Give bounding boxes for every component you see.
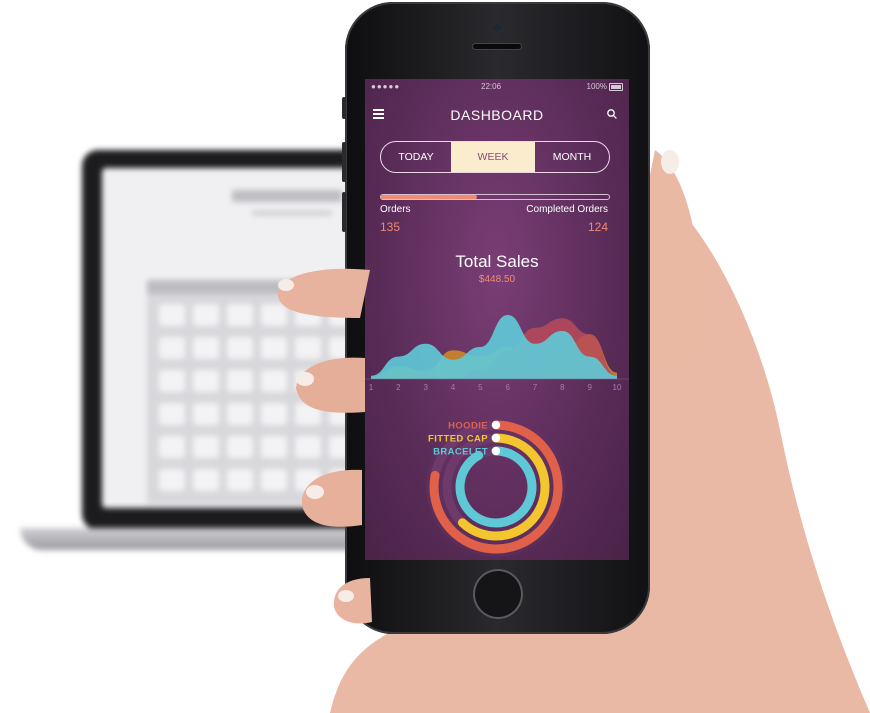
completed-orders-value: 124: [587, 220, 608, 234]
laptop-key: [193, 469, 219, 491]
front-camera: [494, 24, 501, 31]
mute-switch: [342, 97, 346, 119]
laptop-key: [227, 403, 253, 425]
sales-area-chart: 1 2 3 4 5 6 7 8 9 10: [365, 315, 629, 392]
laptop-key: [295, 469, 321, 491]
orders-label: Orders: [380, 204, 411, 215]
phone: ●●●●● 22:06 100% DASHBOARD TODAY WEEK MO…: [342, 2, 650, 634]
laptop-key: [227, 370, 253, 392]
tab-week[interactable]: WEEK: [451, 142, 535, 172]
total-sales-value: $448.50: [478, 274, 516, 285]
laptop-key: [261, 370, 287, 392]
thumb: [645, 150, 701, 374]
laptop-key: [159, 436, 185, 458]
x-tick-label: 9: [587, 383, 592, 392]
x-tick-label: 7: [533, 383, 538, 392]
orders-progress-bar: [380, 194, 610, 200]
laptop-key: [295, 337, 321, 359]
laptop-key: [295, 370, 321, 392]
x-tick-label: 4: [451, 383, 456, 392]
product-radial-chart: HOODIE FITTED CAP BRACELET: [426, 417, 566, 557]
tab-month[interactable]: MONTH: [535, 142, 609, 172]
signal-indicator: ●●●●●: [371, 82, 401, 91]
laptop-screen-subtitle: [252, 210, 332, 216]
total-sales-title: Total Sales: [455, 252, 539, 271]
laptop-screen-title: [232, 190, 342, 202]
x-tick-label: 10: [613, 383, 622, 392]
home-button[interactable]: [473, 569, 523, 619]
x-tick-label: 3: [423, 383, 428, 392]
laptop-key: [227, 469, 253, 491]
laptop-key: [193, 337, 219, 359]
earpiece-speaker: [473, 44, 521, 49]
laptop-key: [193, 436, 219, 458]
orders-progress-fill: [381, 195, 477, 199]
x-tick-label: 1: [369, 383, 374, 392]
status-bar: ●●●●● 22:06 100%: [365, 79, 629, 93]
laptop-key: [159, 304, 185, 326]
app-screen: ●●●●● 22:06 100% DASHBOARD TODAY WEEK MO…: [365, 79, 629, 560]
laptop-key: [159, 337, 185, 359]
ring-start-dot: [491, 446, 501, 456]
laptop-key: [261, 304, 287, 326]
period-tabs: TODAY WEEK MONTH: [380, 141, 610, 173]
laptop-key: [227, 304, 253, 326]
tab-today[interactable]: TODAY: [381, 142, 451, 172]
orders-value: 135: [380, 220, 401, 234]
ring-start-dot: [491, 433, 501, 443]
battery-percent: 100%: [586, 82, 607, 91]
laptop-key: [193, 304, 219, 326]
search-icon[interactable]: [607, 109, 617, 119]
app-header: DASHBOARD: [365, 101, 629, 127]
ring-label-hoodie: HOODIE: [448, 421, 488, 432]
thumb-nail: [661, 150, 679, 174]
laptop-key: [295, 436, 321, 458]
page-title: DASHBOARD: [450, 107, 544, 123]
laptop-key: [295, 304, 321, 326]
laptop-key: [159, 403, 185, 425]
ring-start-dot: [491, 420, 501, 430]
laptop-key: [261, 337, 287, 359]
laptop-key: [193, 370, 219, 392]
battery-icon: [609, 83, 623, 91]
volume-down-button: [342, 192, 346, 232]
laptop-key: [159, 370, 185, 392]
volume-up-button: [342, 142, 346, 182]
laptop-key: [261, 403, 287, 425]
x-tick-label: 8: [560, 383, 565, 392]
x-tick-label: 6: [505, 383, 510, 392]
completed-orders-label: Completed Orders: [526, 204, 608, 215]
laptop-key: [227, 337, 253, 359]
ring-label-fitted-cap: FITTED CAP: [428, 434, 488, 445]
x-tick-label: 2: [396, 383, 401, 392]
laptop-key: [261, 436, 287, 458]
laptop-key: [227, 436, 253, 458]
laptop-key: [159, 469, 185, 491]
x-tick-label: 5: [478, 383, 483, 392]
laptop-key: [261, 469, 287, 491]
laptop-key: [193, 403, 219, 425]
ring-label-bracelet: BRACELET: [433, 447, 488, 458]
status-time: 22:06: [481, 82, 502, 91]
laptop-key: [295, 403, 321, 425]
